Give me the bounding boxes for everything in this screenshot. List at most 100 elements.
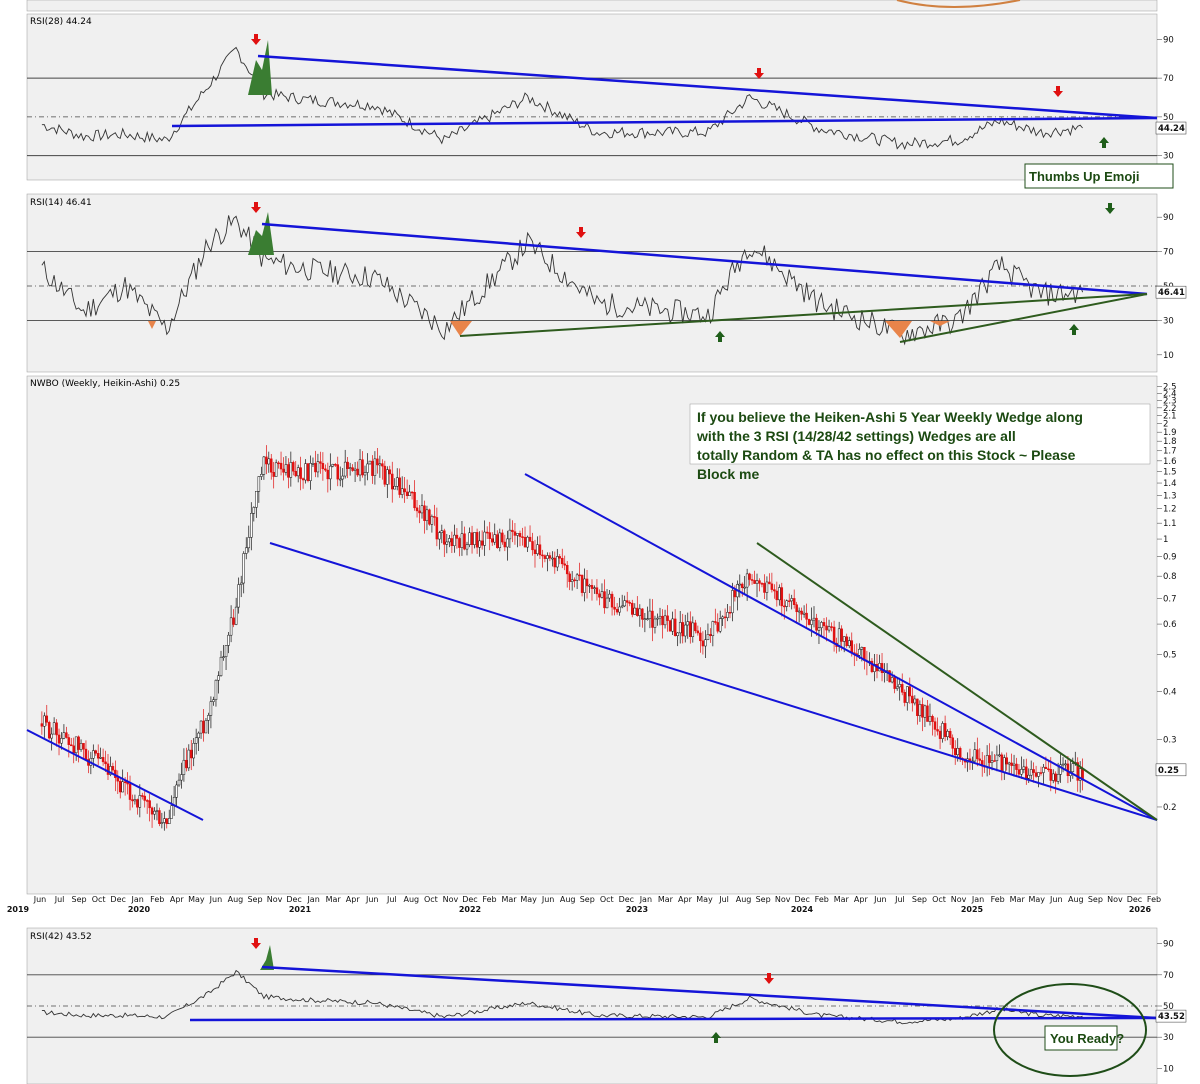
candle-body [463, 533, 466, 550]
candle-body [128, 783, 132, 800]
candle-body [745, 573, 749, 588]
candle-body [603, 591, 606, 609]
candle-body [329, 465, 332, 480]
x-month-label: Feb [150, 895, 164, 904]
candle-body [753, 580, 756, 584]
candle-body [618, 606, 621, 613]
x-month-label: Jul [894, 895, 905, 904]
candle-body [433, 516, 436, 518]
candle-body [1061, 763, 1065, 766]
candle-body [405, 491, 409, 496]
candle-body [155, 810, 159, 812]
candle-body [326, 469, 330, 480]
rsi42-title: RSI(42) 43.52 [30, 932, 92, 942]
candle-body [890, 677, 894, 683]
candle-body [908, 686, 912, 697]
candle-body [197, 732, 200, 739]
candle-body [810, 619, 813, 625]
x-month-label: Aug [560, 895, 576, 904]
candle-body [668, 620, 672, 632]
candle-body [600, 591, 604, 598]
candle-body [827, 626, 831, 631]
price-tick-label: 1.3 [1163, 491, 1177, 501]
candle-body [101, 757, 105, 763]
candle-body [167, 818, 171, 825]
candle-body [721, 616, 724, 619]
x-month-label: Feb [1147, 895, 1161, 904]
candle-body [190, 749, 193, 759]
candle-body [921, 704, 924, 718]
candle-body [631, 602, 634, 615]
price-tick-label: 1.9 [1163, 428, 1177, 438]
candle-body [311, 463, 315, 465]
candle-body [217, 675, 220, 681]
candle-body [55, 722, 58, 736]
candle-body [506, 538, 509, 548]
candle-body [478, 540, 481, 548]
candle-body [423, 505, 426, 521]
candle-body [143, 795, 146, 801]
candle-body [926, 705, 929, 722]
candle-body [817, 627, 821, 631]
candle-body [723, 616, 727, 619]
candle-body [638, 608, 642, 616]
candle-body [830, 626, 833, 628]
candle-body [714, 621, 717, 623]
candle-body [1047, 768, 1050, 770]
y-tick-label: 30 [1163, 1033, 1174, 1043]
candle-body [398, 477, 401, 495]
candle-body [820, 622, 823, 629]
candle-body [531, 541, 534, 551]
candle-body [294, 470, 297, 477]
x-month-label: Dec [1127, 895, 1142, 904]
candle-body [790, 598, 793, 602]
candle-body [239, 582, 243, 585]
candle-body [583, 578, 586, 593]
x-month-label: Nov [775, 895, 791, 904]
candle-body [570, 579, 574, 582]
candle-body [691, 622, 695, 637]
candle-body [900, 684, 904, 693]
y-tick-label: 10 [1163, 1064, 1174, 1074]
candle-body [610, 593, 614, 608]
candle-body [82, 743, 85, 750]
candle-body [608, 593, 611, 599]
candle-body [805, 612, 808, 620]
price-tick-label: 0.9 [1163, 553, 1177, 563]
x-month-label: Nov [443, 895, 459, 904]
candle-body [775, 590, 779, 601]
candle-body [663, 615, 667, 626]
candle-body [490, 538, 494, 543]
y-tick-label: 30 [1163, 152, 1174, 162]
candle-body [483, 531, 486, 546]
candle-body [177, 779, 181, 786]
candle-body [430, 516, 434, 525]
candle-body [558, 556, 562, 559]
candle-body [860, 647, 864, 650]
candle-body [802, 612, 806, 615]
candle-body [906, 686, 909, 703]
candle-body [847, 640, 851, 647]
x-month-label: Jul [718, 895, 729, 904]
candle-body [633, 607, 637, 615]
candle-body [643, 618, 647, 620]
candle-body [96, 753, 100, 759]
candle-body [726, 612, 729, 618]
rsi28-panel [26, 13, 1158, 181]
candle-body [70, 744, 73, 747]
candle-body [699, 632, 702, 642]
x-year-label: 2022 [459, 905, 481, 914]
candle-body [498, 532, 502, 549]
candle-body [750, 579, 754, 581]
candle-body [415, 507, 419, 512]
candle-body [366, 463, 369, 473]
candle-body [1056, 774, 1060, 782]
candle-body [222, 656, 225, 658]
candle-body [1042, 766, 1045, 773]
candle-body [247, 537, 251, 549]
thesis-line: totally Random & TA has no effect on thi… [697, 447, 1076, 463]
candle-body [565, 564, 569, 575]
x-month-label: Apr [678, 895, 693, 904]
candle-body [551, 557, 554, 560]
y-tick-label: 30 [1163, 316, 1174, 326]
